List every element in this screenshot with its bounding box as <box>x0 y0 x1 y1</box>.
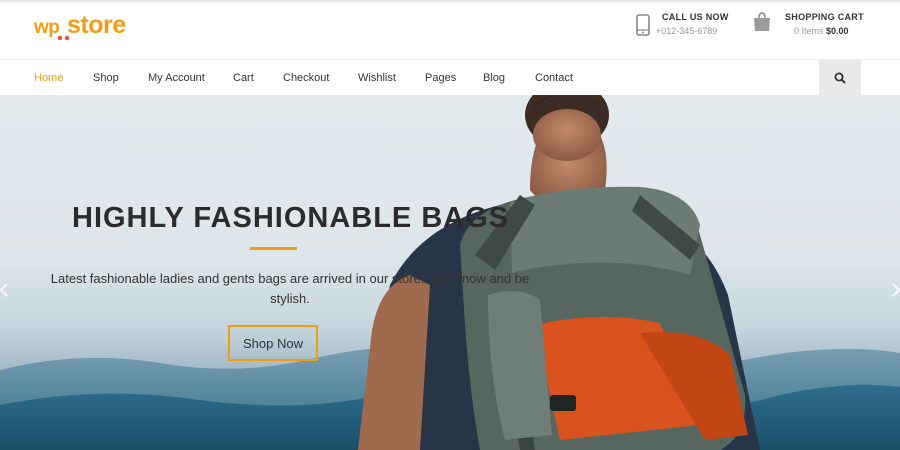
search-button[interactable] <box>819 60 861 96</box>
nav-item-wishlist[interactable]: Wishlist <box>358 72 396 84</box>
nav-item-shop[interactable]: Shop <box>93 72 119 84</box>
cart-summary: 0 Items $0.00 <box>794 26 849 36</box>
nav-item-cart[interactable]: Cart <box>233 72 254 84</box>
cart-title: SHOPPING CART <box>785 12 864 22</box>
contact-phone[interactable]: +012-345-6789 <box>656 26 717 36</box>
cart-total: $0.00 <box>826 26 849 36</box>
nav-item-blog[interactable]: Blog <box>483 72 505 84</box>
search-icon <box>834 72 846 84</box>
nav-item-checkout[interactable]: Checkout <box>283 72 329 84</box>
logo-store-text: store <box>67 11 126 39</box>
nav-item-contact[interactable]: Contact <box>535 72 573 84</box>
contact-block: CALL US NOW +012-345-6789 <box>636 12 736 42</box>
slider-prev-arrow-icon[interactable] <box>0 283 8 297</box>
hero-title: HIGHLY FASHIONABLE BAGS <box>72 202 510 234</box>
slider-next-arrow-icon[interactable] <box>892 283 900 297</box>
header-cart[interactable]: SHOPPING CART 0 Items $0.00 <box>752 12 864 42</box>
site-logo[interactable]: wp store <box>34 11 154 43</box>
shopping-bag-icon <box>754 12 770 31</box>
main-nav: Home Shop My Account Cart Checkout Wishl… <box>0 59 900 96</box>
phone-icon <box>636 14 650 36</box>
nav-item-home[interactable]: Home <box>34 72 63 84</box>
shop-now-button[interactable]: Shop Now <box>228 325 318 361</box>
site-header: wp store CALL US NOW +012-345-6789 SHOPP… <box>0 2 900 59</box>
nav-item-pages[interactable]: Pages <box>425 72 456 84</box>
cart-items-count: 0 Items <box>794 26 824 36</box>
hero-slider: HIGHLY FASHIONABLE BAGS Latest fashionab… <box>0 95 900 450</box>
hero-description: Latest fashionable ladies and gents bags… <box>50 271 530 306</box>
contact-title: CALL US NOW <box>662 12 729 22</box>
nav-item-my-account[interactable]: My Account <box>148 72 205 84</box>
hero-title-underline <box>250 247 297 250</box>
